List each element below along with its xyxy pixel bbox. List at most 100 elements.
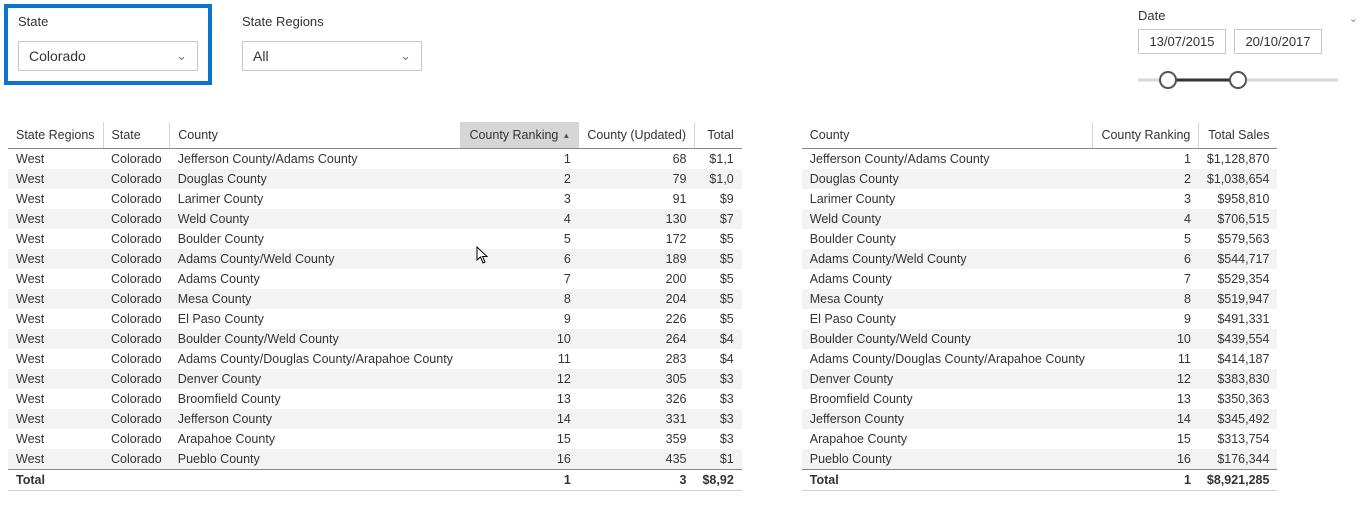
chevron-down-icon: ⌄	[176, 48, 187, 64]
col-header-state[interactable]: State	[103, 122, 170, 149]
cell-state: Colorado	[103, 229, 170, 249]
cell-updated: 204	[579, 289, 695, 309]
table-row[interactable]: Adams County/Douglas County/Arapahoe Cou…	[802, 349, 1278, 369]
cell-region: West	[8, 429, 103, 449]
col-header-ranking[interactable]: County Ranking	[1093, 122, 1199, 149]
table-row[interactable]: Denver County12$383,830	[802, 369, 1278, 389]
state-slicer-label: State	[18, 14, 198, 29]
table-row[interactable]: Boulder County/Weld County10$439,554	[802, 329, 1278, 349]
col-header-region[interactable]: State Regions	[8, 122, 103, 149]
cell-region: West	[8, 349, 103, 369]
table-row[interactable]: Broomfield County13$350,363	[802, 389, 1278, 409]
cell-ranking: 16	[1093, 449, 1199, 470]
cell-county: Broomfield County	[170, 389, 461, 409]
date-slicer[interactable]: Date ⌄ 13/07/2015 20/10/2017	[1138, 8, 1358, 94]
table-row[interactable]: WestColoradoDouglas County279$1,0	[8, 169, 742, 189]
col-header-county[interactable]: County	[802, 122, 1093, 149]
table-row[interactable]: WestColoradoPueblo County16435$1	[8, 449, 742, 470]
state-dropdown[interactable]: Colorado ⌄	[18, 41, 198, 71]
table-row[interactable]: Arapahoe County15$313,754	[802, 429, 1278, 449]
table-row[interactable]: Adams County/Weld County6$544,717	[802, 249, 1278, 269]
table-row[interactable]: Jefferson County/Adams County1$1,128,870	[802, 149, 1278, 170]
cell-total-ranking: 1	[461, 470, 579, 491]
cell-total: $5	[694, 289, 741, 309]
cell-state: Colorado	[103, 269, 170, 289]
table-row[interactable]: Mesa County8$519,947	[802, 289, 1278, 309]
cell-region: West	[8, 149, 103, 170]
cell-county: Adams County/Weld County	[802, 249, 1093, 269]
cell-total-sales: $491,331	[1199, 309, 1278, 329]
table-2[interactable]: County County Ranking Total Sales Jeffer…	[802, 122, 1278, 490]
cell-total: $3	[694, 409, 741, 429]
cell-updated: 68	[579, 149, 695, 170]
table-row[interactable]: Larimer County3$958,810	[802, 189, 1278, 209]
date-slider[interactable]	[1138, 66, 1338, 94]
table-row[interactable]: WestColoradoBroomfield County13326$3	[8, 389, 742, 409]
state-slicer[interactable]: State Colorado ⌄	[8, 8, 208, 81]
table-row[interactable]: WestColoradoAdams County/Douglas County/…	[8, 349, 742, 369]
region-slicer[interactable]: State Regions All ⌄	[232, 8, 432, 81]
cell-total-sales: $706,515	[1199, 209, 1278, 229]
table-row[interactable]: Boulder County5$579,563	[802, 229, 1278, 249]
cell-total: $5	[694, 249, 741, 269]
table-row[interactable]: WestColoradoMesa County8204$5	[8, 289, 742, 309]
col-header-county[interactable]: County	[170, 122, 461, 149]
cell-ranking: 5	[461, 229, 579, 249]
date-to-input[interactable]: 20/10/2017	[1234, 29, 1322, 54]
table-row[interactable]: WestColoradoArapahoe County15359$3	[8, 429, 742, 449]
table-row[interactable]: WestColoradoLarimer County391$9	[8, 189, 742, 209]
cell-county: Weld County	[170, 209, 461, 229]
cell-total-sales: $544,717	[1199, 249, 1278, 269]
table-row[interactable]: WestColoradoAdams County/Weld County6189…	[8, 249, 742, 269]
cell-updated: 264	[579, 329, 695, 349]
slider-handle-end[interactable]	[1229, 71, 1247, 89]
cell-county: Arapahoe County	[170, 429, 461, 449]
table-row[interactable]: WestColoradoBoulder County/Weld County10…	[8, 329, 742, 349]
cell-total-sales: $958,810	[1199, 189, 1278, 209]
table-row[interactable]: Pueblo County16$176,344	[802, 449, 1278, 470]
cell-ranking: 8	[461, 289, 579, 309]
table-row[interactable]: Weld County4$706,515	[802, 209, 1278, 229]
cell-region: West	[8, 289, 103, 309]
cell-ranking: 9	[461, 309, 579, 329]
table-row[interactable]: Adams County7$529,354	[802, 269, 1278, 289]
table-row[interactable]: WestColoradoDenver County12305$3	[8, 369, 742, 389]
cell-county: Larimer County	[802, 189, 1093, 209]
table-row[interactable]: WestColoradoWeld County4130$7	[8, 209, 742, 229]
region-dropdown-value: All	[253, 48, 269, 64]
cell-state: Colorado	[103, 189, 170, 209]
cell-ranking: 7	[1093, 269, 1199, 289]
filter-bar: State Colorado ⌄ State Regions All ⌄ Dat…	[8, 8, 1358, 94]
cell-total-updated: 3	[579, 470, 695, 491]
col-header-total[interactable]: Total	[694, 122, 741, 149]
cell-state: Colorado	[103, 169, 170, 189]
table-row[interactable]: Jefferson County14$345,492	[802, 409, 1278, 429]
table-row[interactable]: WestColoradoBoulder County5172$5	[8, 229, 742, 249]
table-1[interactable]: State Regions State County County Rankin…	[8, 122, 742, 490]
cell-county: Adams County/Douglas County/Arapahoe Cou…	[802, 349, 1093, 369]
table-row[interactable]: WestColoradoJefferson County/Adams Count…	[8, 149, 742, 170]
cell-county: Adams County	[802, 269, 1093, 289]
table-row[interactable]: Douglas County2$1,038,654	[802, 169, 1278, 189]
cell-ranking: 1	[461, 149, 579, 170]
cell-county: El Paso County	[170, 309, 461, 329]
cell-county: Mesa County	[170, 289, 461, 309]
table-row[interactable]: WestColoradoAdams County7200$5	[8, 269, 742, 289]
col-header-ranking[interactable]: County Ranking	[461, 122, 579, 149]
chevron-down-icon[interactable]: ⌄	[1349, 12, 1358, 25]
cell-region: West	[8, 449, 103, 470]
table-row[interactable]: WestColoradoJefferson County14331$3	[8, 409, 742, 429]
col-header-updated[interactable]: County (Updated)	[579, 122, 695, 149]
table-row[interactable]: WestColoradoEl Paso County9226$5	[8, 309, 742, 329]
cell-total-sales: $439,554	[1199, 329, 1278, 349]
cell-county: Boulder County	[170, 229, 461, 249]
table-total-row: Total13$8,92	[8, 470, 742, 491]
cell-ranking: 3	[461, 189, 579, 209]
slider-handle-start[interactable]	[1159, 71, 1177, 89]
region-dropdown[interactable]: All ⌄	[242, 41, 422, 71]
col-header-total-sales[interactable]: Total Sales	[1199, 122, 1278, 149]
region-slicer-label: State Regions	[242, 14, 422, 29]
table-row[interactable]: El Paso County9$491,331	[802, 309, 1278, 329]
cell-total: $1,0	[694, 169, 741, 189]
date-from-input[interactable]: 13/07/2015	[1138, 29, 1226, 54]
